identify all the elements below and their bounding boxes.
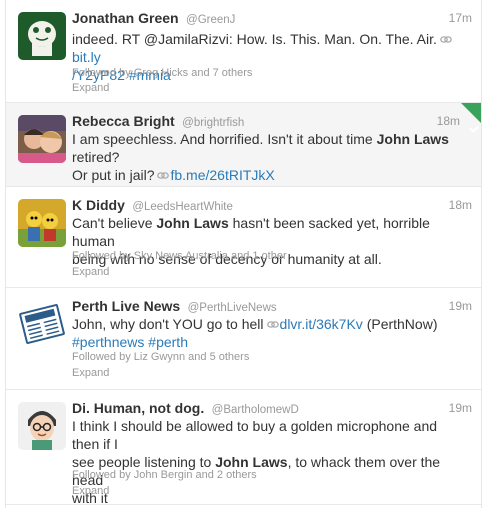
author-handle[interactable]: @BartholomewD bbox=[212, 404, 299, 416]
tweet-item[interactable]: Rebecca Bright @brightrfish 18m I am spe… bbox=[6, 103, 481, 187]
tweet-header: Jonathan Green @GreenJ 17m bbox=[72, 10, 472, 28]
author-name[interactable]: K Diddy bbox=[72, 197, 125, 213]
tweet-text-part: Or put in jail? bbox=[72, 167, 155, 183]
author-handle[interactable]: @brightrfish bbox=[182, 117, 244, 129]
tweet-text-part: (PerthNow) bbox=[366, 316, 438, 332]
tweet-item[interactable]: Jonathan Green @GreenJ 17m indeed. RT @J… bbox=[6, 0, 481, 103]
tweet-item[interactable]: K Diddy @LeedsHeartWhite 18m Can't belie… bbox=[6, 187, 481, 288]
avatar[interactable] bbox=[18, 199, 66, 247]
tweet-header: Di. Human, not dog. @BartholomewD 19m bbox=[72, 400, 472, 418]
author-handle[interactable]: @LeedsHeartWhite bbox=[132, 201, 233, 213]
tweet-link[interactable]: dlvr.it/36k7Kv bbox=[280, 316, 363, 332]
tweet-time[interactable]: 18m bbox=[449, 198, 472, 212]
tweet-item[interactable]: Di. Human, not dog. @BartholomewD 19m I … bbox=[6, 390, 481, 507]
tweet-text: John, why don't YOU go to hell dlvr.it/36… bbox=[72, 315, 466, 351]
tweet-stream: Jonathan Green @GreenJ 17m indeed. RT @J… bbox=[5, 0, 482, 508]
keyword-highlight: John Laws bbox=[156, 215, 229, 231]
avatar[interactable] bbox=[18, 300, 66, 348]
tweet-text-part: indeed. RT @JamilaRizvi: How. Is. This. … bbox=[72, 31, 437, 47]
link-icon bbox=[266, 321, 279, 328]
expand-link[interactable]: Expand bbox=[72, 266, 109, 278]
avatar[interactable] bbox=[18, 115, 66, 163]
avatar[interactable] bbox=[18, 12, 66, 60]
tweet-text-part: John, why don't YOU go to hell bbox=[72, 316, 264, 332]
tweet-text: I think I should be allowed to buy a gol… bbox=[72, 417, 466, 507]
hashtag[interactable]: #perthnews bbox=[72, 334, 144, 350]
tweet-text-part: retired? bbox=[72, 149, 120, 165]
tweet-time[interactable]: 19m bbox=[449, 401, 472, 415]
avatar[interactable] bbox=[18, 402, 66, 450]
author-name[interactable]: Perth Live News bbox=[72, 298, 180, 314]
followed-by: Followed by John Bergin and 2 others bbox=[72, 469, 257, 481]
tweet-text-part: Can't believe bbox=[72, 215, 153, 231]
tweet-link[interactable]: fb.me/26tRITJkX bbox=[170, 167, 274, 183]
avatar-photo-icon bbox=[18, 115, 66, 163]
keyword-highlight: John Laws bbox=[215, 454, 288, 470]
tweet-text-part: I think I should be allowed to buy a gol… bbox=[72, 418, 438, 452]
tweet-time[interactable]: 17m bbox=[449, 11, 472, 25]
tweet-link[interactable]: bit.ly bbox=[72, 49, 101, 65]
followed-by: Followed by Sky News Australia and 1 oth… bbox=[72, 250, 287, 262]
keyword-highlight: John Laws bbox=[376, 131, 449, 147]
expand-link[interactable]: Expand bbox=[72, 367, 109, 379]
avatar-cartoon-icon bbox=[18, 199, 66, 247]
author-handle[interactable]: @PerthLiveNews bbox=[188, 302, 277, 314]
author-name[interactable]: Rebecca Bright bbox=[72, 113, 175, 129]
tweet-time[interactable]: 19m bbox=[449, 299, 472, 313]
expand-link[interactable]: Expand bbox=[72, 82, 109, 94]
tweet-header: K Diddy @LeedsHeartWhite 18m bbox=[72, 197, 472, 215]
tweet-item[interactable]: Perth Live News @PerthLiveNews 19m John,… bbox=[6, 288, 481, 390]
hashtag[interactable]: #perth bbox=[148, 334, 188, 350]
tweet-text-part: see people listening to bbox=[72, 454, 212, 470]
tweet-text: I am speechless. And horrified. Isn't it… bbox=[72, 130, 466, 184]
tweet-header: Perth Live News @PerthLiveNews 19m bbox=[72, 298, 472, 316]
followed-by: Followed by Greg Hicks and 7 others bbox=[72, 67, 253, 79]
author-handle[interactable]: @GreenJ bbox=[186, 14, 235, 26]
tweet-header: Rebecca Bright @brightrfish 18m bbox=[72, 113, 472, 131]
followed-by: Followed by Liz Gwynn and 5 others bbox=[72, 351, 250, 363]
newspaper-icon bbox=[18, 300, 66, 348]
tweet-text-part: I am speechless. And horrified. Isn't it… bbox=[72, 131, 373, 147]
link-icon bbox=[440, 36, 452, 43]
tweet-time[interactable]: 18m bbox=[437, 114, 460, 128]
expand-link[interactable]: Expand bbox=[72, 485, 109, 497]
avatar-cartoon-icon bbox=[18, 402, 66, 450]
link-icon bbox=[157, 172, 170, 179]
avatar-drawing-icon bbox=[18, 12, 66, 60]
author-name[interactable]: Jonathan Green bbox=[72, 10, 179, 26]
author-name[interactable]: Di. Human, not dog. bbox=[72, 400, 204, 416]
